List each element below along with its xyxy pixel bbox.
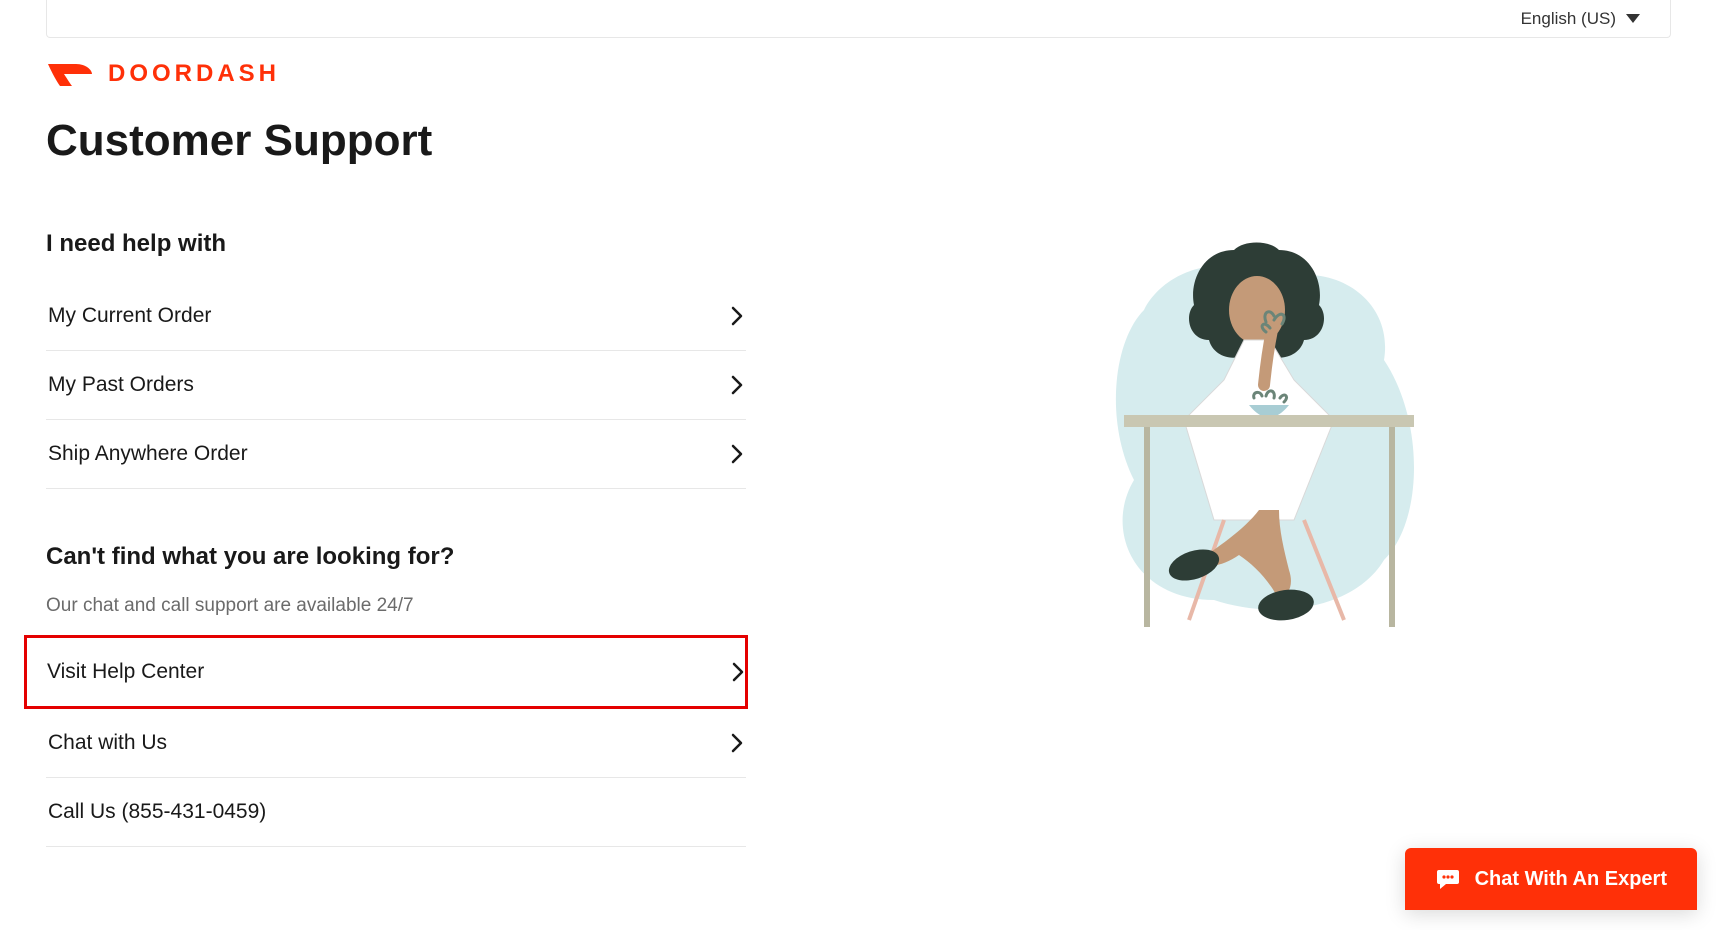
- more-item-label: Call Us (855-431-0459): [48, 800, 266, 824]
- help-item-label: My Past Orders: [48, 373, 194, 397]
- more-subheading: Our chat and call support are available …: [46, 595, 746, 617]
- chevron-right-icon: [730, 374, 744, 396]
- chat-bubble-icon: [1435, 866, 1461, 892]
- help-item-label: My Current Order: [48, 304, 211, 328]
- language-selector[interactable]: English (US): [1521, 9, 1640, 29]
- more-item[interactable]: Call Us (855-431-0459): [46, 778, 746, 847]
- doordash-logo-icon: [46, 60, 94, 88]
- more-heading: Can't find what you are looking for?: [46, 543, 746, 571]
- help-item[interactable]: Ship Anywhere Order: [46, 420, 746, 489]
- brand-name: DOORDASH: [108, 60, 280, 88]
- chevron-right-icon: [730, 732, 744, 754]
- person-eating-illustration: [1094, 220, 1444, 640]
- caret-down-icon: [1626, 14, 1640, 23]
- help-heading: I need help with: [46, 230, 746, 258]
- brand-logo[interactable]: DOORDASH: [46, 60, 746, 88]
- more-item-label: Chat with Us: [48, 731, 167, 755]
- chat-with-expert-button[interactable]: Chat With An Expert: [1405, 848, 1697, 910]
- help-item-label: Ship Anywhere Order: [48, 442, 248, 466]
- more-list: Visit Help Center Chat with Us Call Us (85…: [46, 635, 746, 847]
- help-list: My Current Order My Past Orders Ship Anywh…: [46, 282, 746, 489]
- help-item[interactable]: My Current Order: [46, 282, 746, 351]
- chevron-right-icon: [730, 443, 744, 465]
- top-bar: English (US): [46, 0, 1671, 38]
- chat-button-label: Chat With An Expert: [1475, 868, 1667, 891]
- help-item[interactable]: My Past Orders: [46, 351, 746, 420]
- chevron-right-icon: [730, 305, 744, 327]
- more-item-label: Visit Help Center: [47, 660, 204, 684]
- page-title: Customer Support: [46, 116, 746, 166]
- illustration-panel: [866, 60, 1671, 847]
- chevron-right-icon: [731, 661, 745, 683]
- more-item[interactable]: Visit Help Center: [24, 635, 748, 709]
- more-item[interactable]: Chat with Us: [46, 709, 746, 778]
- language-label: English (US): [1521, 9, 1616, 29]
